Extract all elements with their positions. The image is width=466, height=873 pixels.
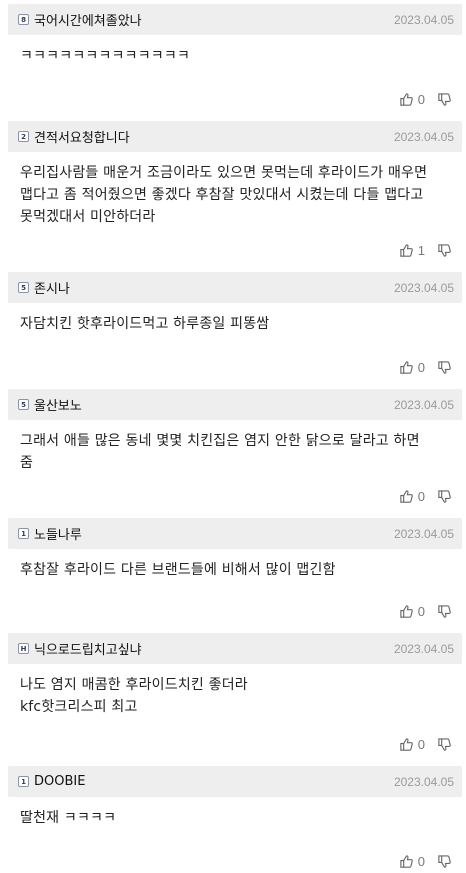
like-count: 0 <box>417 488 425 504</box>
thumbs-up-icon <box>400 854 413 868</box>
comment-actions: 0 <box>8 355 462 379</box>
like-count: 0 <box>417 736 425 752</box>
comment-actions: 1 <box>8 238 462 262</box>
comment-date: 2023.04.05 <box>393 280 454 295</box>
comment-actions: 0 <box>8 732 462 756</box>
comment-date: 2023.04.05 <box>393 526 454 541</box>
comment-line: 자담치킨 핫후라이드먹고 하루종일 피똥쌈 <box>20 316 270 332</box>
like-button[interactable]: 0 <box>399 737 425 752</box>
comment-date: 2023.04.05 <box>393 774 454 789</box>
comment-line: 맵다고 좀 적어줬으면 좋겠다 후참잘 맛있대서 시켰는데 다들 맵다고 <box>20 187 424 203</box>
comment-nickname[interactable]: 닉으로드립치고싶냐 <box>34 639 394 658</box>
comment-line: ㅋㅋㅋㅋㅋㅋㅋㅋㅋㅋㅋㅋㅋ <box>20 48 191 64</box>
dislike-button[interactable] <box>437 92 452 107</box>
comment-line: kfc핫크리스피 최고 <box>20 699 138 715</box>
thumbs-down-icon <box>438 604 451 618</box>
like-count: 0 <box>417 359 425 375</box>
thumbs-up-icon <box>400 92 413 106</box>
like-count: 0 <box>417 853 425 869</box>
like-button[interactable]: 0 <box>399 489 425 504</box>
comment-line: 줌 <box>20 455 34 471</box>
user-level-badge: 1 <box>18 776 29 787</box>
comment-list: 8 국어시간에쳐졸았나 2023.04.05 ㅋㅋㅋㅋㅋㅋㅋㅋㅋㅋㅋㅋㅋ 0 2… <box>0 4 466 873</box>
comment-actions: 0 <box>8 87 462 111</box>
comment-nickname[interactable]: 존시나 <box>34 278 394 297</box>
comment-actions: 0 <box>8 599 462 623</box>
like-button[interactable]: 0 <box>399 360 425 375</box>
comment-body: 나도 염지 매콤한 후라이드치킨 좋더라 kfc핫크리스피 최고 <box>8 664 462 732</box>
comment-line: 후참잘 후라이드 다른 브랜드들에 비해서 많이 맵긴함 <box>20 562 336 578</box>
like-count: 1 <box>417 242 425 258</box>
comment-date: 2023.04.05 <box>393 12 454 27</box>
comment-header: 1 노들나루 2023.04.05 <box>8 518 462 549</box>
dislike-button[interactable] <box>437 604 452 619</box>
comment-date: 2023.04.05 <box>393 641 454 656</box>
comment-body: 후참잘 후라이드 다른 브랜드들에 비해서 많이 맵긴함 <box>8 549 462 599</box>
comment-nickname[interactable]: 견적서요청합니다 <box>34 127 394 146</box>
comment-header: 5 존시나 2023.04.05 <box>8 272 462 303</box>
comment-header: 8 국어시간에쳐졸았나 2023.04.05 <box>8 4 462 35</box>
comment-item: H 닉으로드립치고싶냐 2023.04.05 나도 염지 매콤한 후라이드치킨 … <box>8 633 462 756</box>
comment-header: 1 DOOBIE 2023.04.05 <box>8 766 462 797</box>
like-button[interactable]: 1 <box>399 243 425 258</box>
comment-body: ㅋㅋㅋㅋㅋㅋㅋㅋㅋㅋㅋㅋㅋ <box>8 35 462 87</box>
dislike-button[interactable] <box>437 489 452 504</box>
comment-actions: 0 <box>8 484 462 508</box>
comment-item: 2 견적서요청합니다 2023.04.05 우리집사람들 매운거 조금이라도 있… <box>8 121 462 262</box>
comment-line: 우리집사람들 매운거 조금이라도 있으면 못먹는데 후라이드가 매우면 <box>20 165 428 181</box>
user-level-badge: 5 <box>18 399 29 410</box>
comment-line: 나도 염지 매콤한 후라이드치킨 좋더라 <box>20 677 248 693</box>
thumbs-down-icon <box>438 243 451 257</box>
comment-nickname[interactable]: 노들나루 <box>34 524 394 543</box>
thumbs-up-icon <box>400 243 413 257</box>
user-level-badge: 5 <box>18 282 29 293</box>
like-button[interactable]: 0 <box>399 854 425 869</box>
dislike-button[interactable] <box>437 854 452 869</box>
comment-nickname[interactable]: DOOBIE <box>34 774 394 789</box>
user-level-badge: 2 <box>18 131 29 142</box>
comment-body: 그래서 애들 많은 동네 몇몇 치킨집은 염지 안한 닭으로 달라고 하면 줌 <box>8 420 462 484</box>
comment-body: 딸천재 ㅋㅋㅋㅋ <box>8 797 462 849</box>
thumbs-down-icon <box>438 737 451 751</box>
comment-line: 그래서 애들 많은 동네 몇몇 치킨집은 염지 안한 닭으로 달라고 하면 <box>20 433 420 449</box>
thumbs-down-icon <box>438 854 451 868</box>
comment-header: 2 견적서요청합니다 2023.04.05 <box>8 121 462 152</box>
comment-item: 1 DOOBIE 2023.04.05 딸천재 ㅋㅋㅋㅋ 0 <box>8 766 462 873</box>
comment-body: 우리집사람들 매운거 조금이라도 있으면 못먹는데 후라이드가 매우면 맵다고 … <box>8 152 462 238</box>
comment-item: 5 울산보노 2023.04.05 그래서 애들 많은 동네 몇몇 치킨집은 염… <box>8 389 462 508</box>
comment-item: 5 존시나 2023.04.05 자담치킨 핫후라이드먹고 하루종일 피똥쌈 0 <box>8 272 462 379</box>
comment-header: H 닉으로드립치고싶냐 2023.04.05 <box>8 633 462 664</box>
dislike-button[interactable] <box>437 243 452 258</box>
thumbs-down-icon <box>438 360 451 374</box>
comment-date: 2023.04.05 <box>393 129 454 144</box>
user-level-badge: 8 <box>18 14 29 25</box>
thumbs-up-icon <box>400 737 413 751</box>
comment-nickname[interactable]: 울산보노 <box>34 395 394 414</box>
comment-actions: 0 <box>8 849 462 873</box>
comment-header: 5 울산보노 2023.04.05 <box>8 389 462 420</box>
comment-line: 딸천재 ㅋㅋㅋㅋ <box>20 810 117 826</box>
thumbs-down-icon <box>438 489 451 503</box>
comment-body: 자담치킨 핫후라이드먹고 하루종일 피똥쌈 <box>8 303 462 355</box>
thumbs-up-icon <box>400 489 413 503</box>
thumbs-up-icon <box>400 360 413 374</box>
comment-item: 8 국어시간에쳐졸았나 2023.04.05 ㅋㅋㅋㅋㅋㅋㅋㅋㅋㅋㅋㅋㅋ 0 <box>8 4 462 111</box>
thumbs-down-icon <box>438 92 451 106</box>
like-button[interactable]: 0 <box>399 92 425 107</box>
user-level-badge: 1 <box>18 528 29 539</box>
thumbs-up-icon <box>400 604 413 618</box>
like-count: 0 <box>417 91 425 107</box>
dislike-button[interactable] <box>437 360 452 375</box>
dislike-button[interactable] <box>437 737 452 752</box>
comment-item: 1 노들나루 2023.04.05 후참잘 후라이드 다른 브랜드들에 비해서 … <box>8 518 462 623</box>
comment-nickname[interactable]: 국어시간에쳐졸았나 <box>34 10 394 29</box>
like-button[interactable]: 0 <box>399 604 425 619</box>
user-level-badge: H <box>18 643 29 654</box>
comment-date: 2023.04.05 <box>393 397 454 412</box>
comment-line: 못먹겠대서 미안하더라 <box>20 209 156 225</box>
like-count: 0 <box>417 603 425 619</box>
